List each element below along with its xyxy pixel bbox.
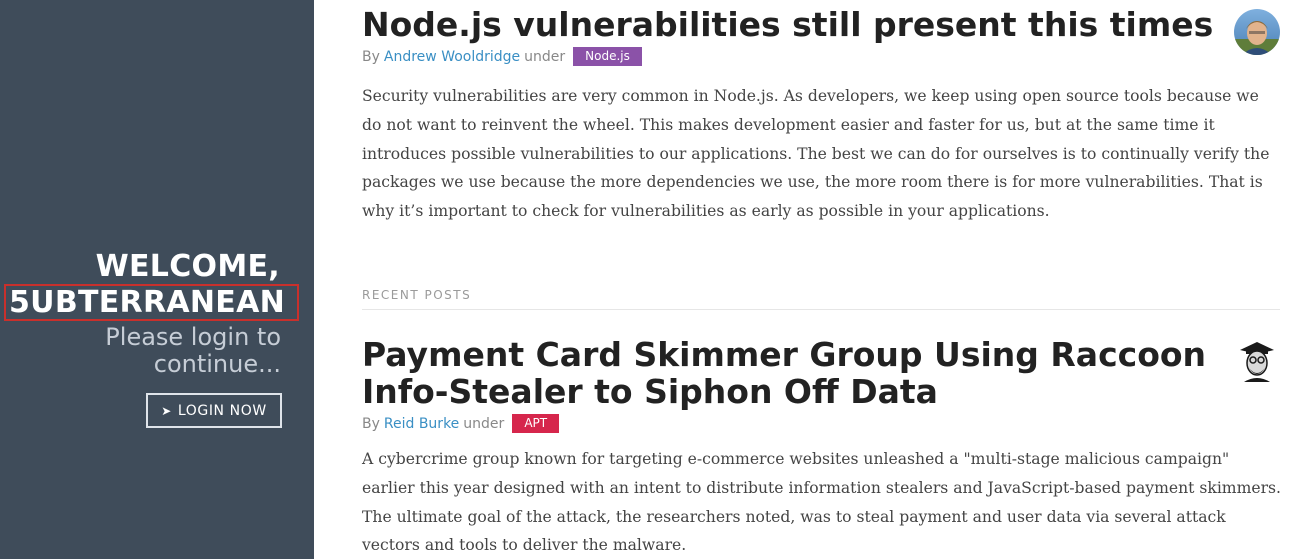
- author-avatar[interactable]: [1234, 336, 1280, 382]
- post-title[interactable]: Node.js vulnerabilities still present th…: [362, 6, 1222, 43]
- login-prompt: Please login to continue...: [105, 323, 281, 378]
- by-label: By: [362, 415, 380, 432]
- login-button[interactable]: ➤ LOGIN NOW: [146, 393, 282, 428]
- featured-post: Node.js vulnerabilities still present th…: [362, 6, 1280, 226]
- username-highlight: 5UBTERRANEAN: [4, 284, 299, 321]
- sidebar: WELCOME, 5UBTERRANEAN Please login to co…: [0, 0, 314, 559]
- arrow-right-icon: ➤: [161, 403, 172, 418]
- divider: [362, 309, 1280, 310]
- post-excerpt: Security vulnerabilities are very common…: [362, 87, 1270, 221]
- recent-posts-label: RECENT POSTS: [362, 288, 472, 302]
- category-tag[interactable]: APT: [512, 414, 560, 433]
- post-meta: By Reid Burke under APT: [362, 414, 1282, 433]
- post-title[interactable]: Payment Card Skimmer Group Using Raccoon…: [362, 336, 1222, 410]
- author-link[interactable]: Reid Burke: [384, 416, 459, 432]
- login-button-label: LOGIN NOW: [177, 402, 267, 419]
- category-tag[interactable]: Node.js: [573, 47, 642, 66]
- post-meta: By Andrew Wooldridge under Node.js: [362, 47, 1280, 66]
- under-label: under: [463, 415, 505, 432]
- main-content: Node.js vulnerabilities still present th…: [362, 0, 1282, 559]
- recent-post: Payment Card Skimmer Group Using Raccoon…: [362, 336, 1282, 559]
- post-excerpt: A cybercrime group known for targeting e…: [362, 450, 1282, 555]
- author-link[interactable]: Andrew Wooldridge: [384, 49, 520, 65]
- author-avatar[interactable]: [1234, 9, 1280, 55]
- under-label: under: [524, 48, 566, 65]
- by-label: By: [362, 48, 380, 65]
- welcome-heading: WELCOME,: [95, 249, 280, 284]
